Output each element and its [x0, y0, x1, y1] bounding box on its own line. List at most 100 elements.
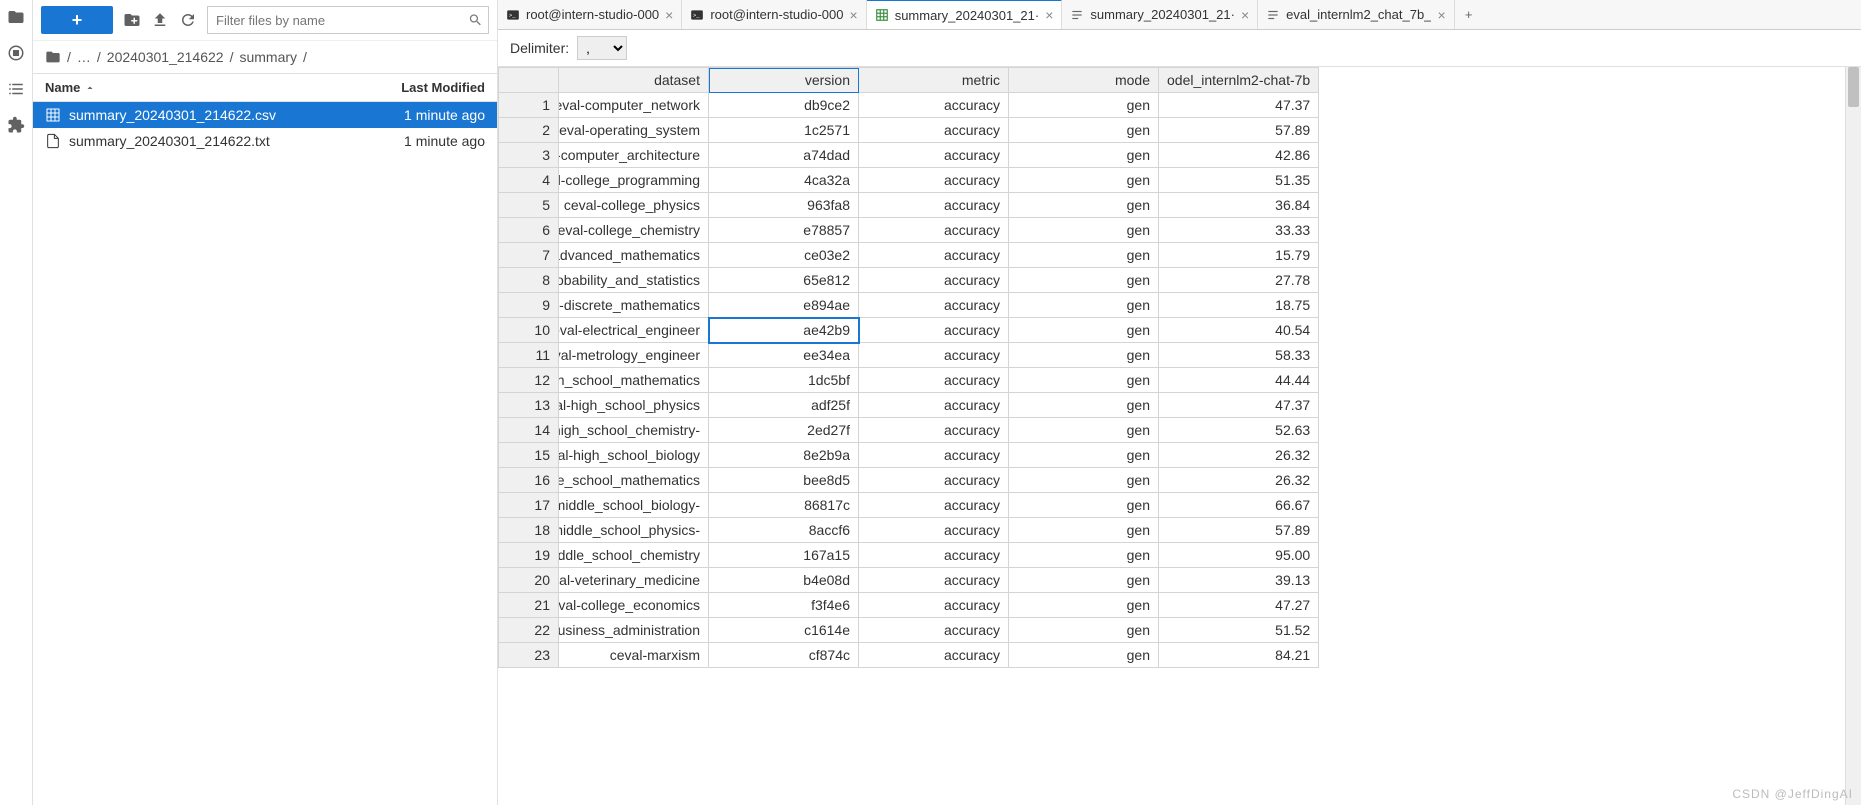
cell[interactable]: 167a15: [709, 543, 859, 568]
cell[interactable]: accuracy: [859, 318, 1009, 343]
cell[interactable]: 15.79: [1159, 243, 1319, 268]
column-header[interactable]: version: [709, 68, 859, 93]
cell[interactable]: 39.13: [1159, 568, 1319, 593]
cell[interactable]: gen: [1009, 518, 1159, 543]
refresh-icon[interactable]: [179, 11, 197, 29]
file-row[interactable]: summary_20240301_214622.txt1 minute ago: [33, 128, 497, 154]
cell[interactable]: 36.84: [1159, 193, 1319, 218]
row-number[interactable]: 4: [499, 168, 559, 193]
cell[interactable]: accuracy: [859, 493, 1009, 518]
cell[interactable]: ceval-college_physics: [559, 193, 709, 218]
cell[interactable]: gen: [1009, 443, 1159, 468]
close-icon[interactable]: ×: [665, 7, 673, 23]
cell[interactable]: gen: [1009, 568, 1159, 593]
cell[interactable]: -high_school_chemistry: [559, 418, 709, 443]
row-number[interactable]: 10: [499, 318, 559, 343]
row-number[interactable]: 3: [499, 143, 559, 168]
cell[interactable]: gen: [1009, 318, 1159, 343]
cell[interactable]: eval-college_economics: [559, 593, 709, 618]
cell[interactable]: business_administration: [559, 618, 709, 643]
cell[interactable]: accuracy: [859, 293, 1009, 318]
cell[interactable]: val-veterinary_medicine: [559, 568, 709, 593]
vertical-scrollbar[interactable]: [1845, 67, 1861, 805]
cell[interactable]: accuracy: [859, 93, 1009, 118]
cell[interactable]: gen: [1009, 593, 1159, 618]
corner-cell[interactable]: [499, 68, 559, 93]
tab[interactable]: >_root@intern-studio-000×: [682, 0, 866, 29]
cell[interactable]: gen: [1009, 393, 1159, 418]
cell[interactable]: gen: [1009, 618, 1159, 643]
cell[interactable]: eval-computer_network: [559, 93, 709, 118]
cell[interactable]: a74dad: [709, 143, 859, 168]
cell[interactable]: 4ca32a: [709, 168, 859, 193]
cell[interactable]: gen: [1009, 418, 1159, 443]
row-number[interactable]: 18: [499, 518, 559, 543]
cell[interactable]: ceval-marxism: [559, 643, 709, 668]
cell[interactable]: 18.75: [1159, 293, 1319, 318]
filter-input[interactable]: [207, 6, 489, 34]
cell[interactable]: 86817c: [709, 493, 859, 518]
breadcrumb-ellipsis[interactable]: …: [77, 49, 91, 65]
cell[interactable]: 47.37: [1159, 93, 1319, 118]
row-number[interactable]: 22: [499, 618, 559, 643]
cell[interactable]: gh_school_mathematics: [559, 368, 709, 393]
cell[interactable]: 66.67: [1159, 493, 1319, 518]
cell[interactable]: 2ed27f: [709, 418, 859, 443]
tab[interactable]: summary_20240301_21·×: [1062, 0, 1258, 29]
row-number[interactable]: 20: [499, 568, 559, 593]
cell[interactable]: cf874c: [709, 643, 859, 668]
new-launcher-button[interactable]: +: [41, 6, 113, 34]
row-number[interactable]: 2: [499, 118, 559, 143]
cell[interactable]: gen: [1009, 368, 1159, 393]
cell[interactable]: accuracy: [859, 193, 1009, 218]
cell[interactable]: accuracy: [859, 143, 1009, 168]
close-icon[interactable]: ×: [1045, 7, 1053, 23]
cell[interactable]: gen: [1009, 118, 1159, 143]
cell[interactable]: robability_and_statistics: [559, 268, 709, 293]
cell[interactable]: 58.33: [1159, 343, 1319, 368]
cell[interactable]: accuracy: [859, 218, 1009, 243]
cell[interactable]: gen: [1009, 643, 1159, 668]
cell[interactable]: accuracy: [859, 518, 1009, 543]
cell[interactable]: accuracy: [859, 343, 1009, 368]
breadcrumb-part-1[interactable]: summary: [239, 49, 297, 65]
cell[interactable]: il-college_programming: [559, 168, 709, 193]
scrollbar-thumb[interactable]: [1848, 67, 1859, 107]
breadcrumb-root-icon[interactable]: [45, 49, 61, 65]
cell[interactable]: 8e2b9a: [709, 443, 859, 468]
column-header[interactable]: dataset: [559, 68, 709, 93]
toc-icon[interactable]: [7, 80, 25, 98]
cell[interactable]: accuracy: [859, 443, 1009, 468]
upload-icon[interactable]: [151, 11, 169, 29]
cell[interactable]: gen: [1009, 218, 1159, 243]
cell[interactable]: gen: [1009, 343, 1159, 368]
cell[interactable]: accuracy: [859, 168, 1009, 193]
cell[interactable]: gen: [1009, 268, 1159, 293]
row-number[interactable]: 15: [499, 443, 559, 468]
cell[interactable]: 44.44: [1159, 368, 1319, 393]
breadcrumb-part-0[interactable]: 20240301_214622: [107, 49, 224, 65]
add-tab-button[interactable]: +: [1455, 0, 1483, 29]
cell[interactable]: 95.00: [1159, 543, 1319, 568]
cell[interactable]: eval-electrical_engineer: [559, 318, 709, 343]
cell[interactable]: 57.89: [1159, 518, 1319, 543]
cell[interactable]: l-computer_architecture: [559, 143, 709, 168]
cell[interactable]: 52.63: [1159, 418, 1319, 443]
running-icon[interactable]: [7, 44, 25, 62]
file-row[interactable]: summary_20240301_214622.csv1 minute ago: [33, 102, 497, 128]
row-number[interactable]: 19: [499, 543, 559, 568]
cell[interactable]: gen: [1009, 193, 1159, 218]
cell[interactable]: b4e08d: [709, 568, 859, 593]
cell[interactable]: val-metrology_engineer: [559, 343, 709, 368]
cell[interactable]: ce03e2: [709, 243, 859, 268]
column-header[interactable]: odel_internlm2-chat-7b: [1159, 68, 1319, 93]
cell[interactable]: advanced_mathematics: [559, 243, 709, 268]
cell[interactable]: -middle_school_physics: [559, 518, 709, 543]
row-number[interactable]: 13: [499, 393, 559, 418]
cell[interactable]: gen: [1009, 168, 1159, 193]
cell[interactable]: 51.35: [1159, 168, 1319, 193]
cell[interactable]: 65e812: [709, 268, 859, 293]
cell[interactable]: 51.52: [1159, 618, 1319, 643]
new-folder-icon[interactable]: [123, 11, 141, 29]
tab[interactable]: eval_internlm2_chat_7b_×: [1258, 0, 1454, 29]
